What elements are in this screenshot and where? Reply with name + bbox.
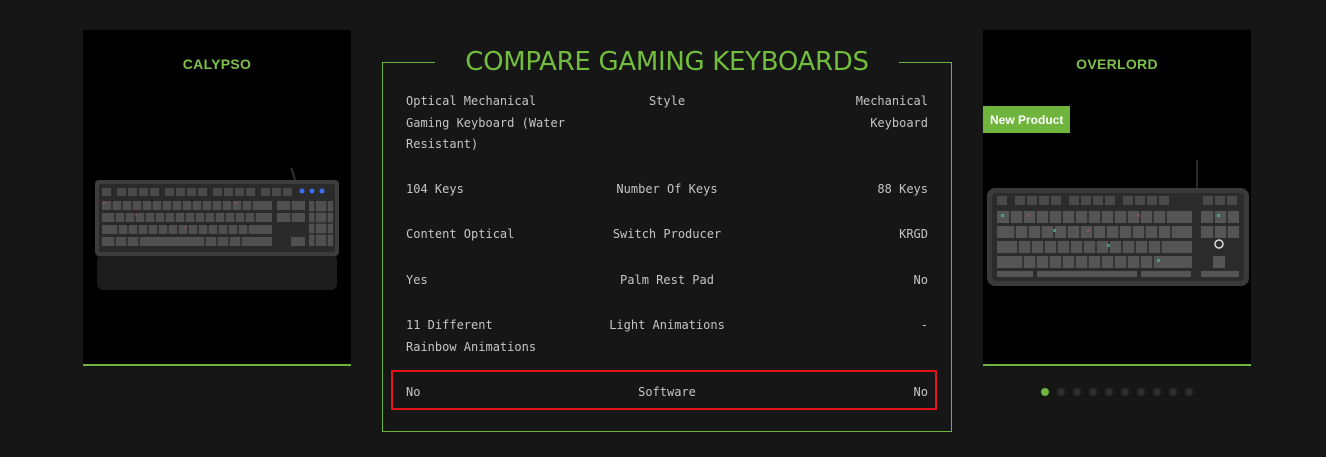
compare-cell-left: 11 Different Rainbow Animations bbox=[406, 318, 537, 354]
product-card-right[interactable]: OVERLORD New Product bbox=[983, 30, 1251, 366]
new-product-badge: New Product bbox=[983, 106, 1071, 133]
carousel-dot[interactable] bbox=[1073, 388, 1081, 396]
carousel-dot[interactable] bbox=[1137, 388, 1145, 396]
product-title-right[interactable]: OVERLORD bbox=[983, 56, 1251, 72]
compare-cell-left: Optical Mechanical Gaming Keyboard (Wate… bbox=[406, 94, 565, 151]
carousel-dot[interactable] bbox=[1105, 388, 1113, 396]
keyboard-image-left[interactable] bbox=[95, 168, 341, 292]
compare-cell-label: Style bbox=[648, 94, 686, 108]
product-title-left[interactable]: CALYPSO bbox=[83, 56, 351, 72]
compare-cell-right: No bbox=[913, 273, 928, 287]
compare-cell-left: 104 Keys bbox=[406, 182, 464, 196]
compare-cell-right: - bbox=[920, 318, 928, 332]
carousel-dot[interactable] bbox=[1089, 388, 1097, 396]
software-row-highlight bbox=[391, 370, 937, 410]
carousel-dot[interactable] bbox=[1153, 388, 1161, 396]
compare-cell-label: Number Of Keys bbox=[616, 182, 718, 196]
carousel-dot[interactable] bbox=[1041, 388, 1049, 396]
carousel-dot[interactable] bbox=[1169, 388, 1177, 396]
compare-cell-left: Yes bbox=[406, 273, 428, 287]
compare-cell-right: Mechanical Keyboard bbox=[855, 94, 928, 130]
keyboard-image-right[interactable] bbox=[987, 158, 1249, 288]
carousel-dot[interactable] bbox=[1057, 388, 1065, 396]
carousel-dot[interactable] bbox=[1185, 388, 1193, 396]
compare-title: COMPARE GAMING KEYBOARDS bbox=[435, 45, 899, 79]
product-card-left[interactable]: CALYPSO bbox=[83, 30, 351, 366]
compare-cell-label: Switch Producer bbox=[612, 227, 722, 241]
compare-cell-label: Light Animations bbox=[609, 318, 725, 332]
compare-cell-right: 88 Keys bbox=[877, 182, 928, 196]
carousel-dot[interactable] bbox=[1121, 388, 1129, 396]
compare-cell-label: Palm Rest Pad bbox=[620, 273, 714, 287]
compare-cell-left: Content Optical bbox=[406, 227, 515, 241]
compare-cell-right: KRGD bbox=[899, 227, 928, 241]
